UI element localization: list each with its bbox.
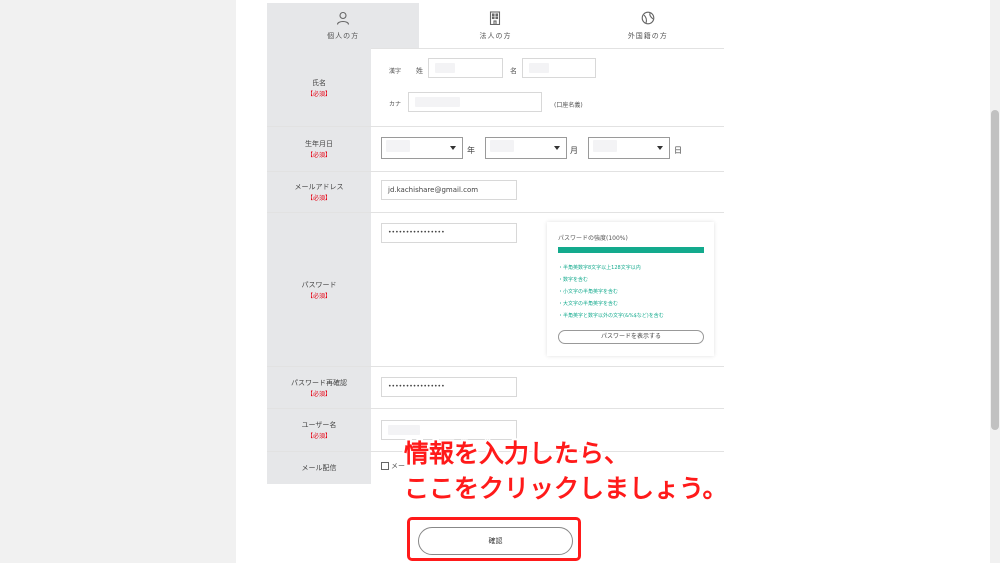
first-name-label: 名 xyxy=(510,67,517,75)
birth-month-select[interactable] xyxy=(485,137,567,159)
required-badge: 【必須】 xyxy=(306,293,331,300)
password-rule-item: ・大文字の半角英字を含む xyxy=(558,301,619,307)
required-badge: 【必須】 xyxy=(306,152,331,159)
password-label: パスワード 【必須】 xyxy=(267,279,371,303)
kana-note: (口座名義) xyxy=(554,102,583,109)
required-badge: 【必須】 xyxy=(306,391,331,398)
email-input[interactable]: jd.kachishare@gmail.com xyxy=(381,180,517,200)
last-name-input[interactable] xyxy=(428,58,503,78)
username-label-text: ユーザー名 xyxy=(301,421,337,429)
email-label: メールアドレス 【必須】 xyxy=(267,181,371,205)
password-confirm-label: パスワード再確認 【必須】 xyxy=(267,377,371,401)
password-rule-item: ・数字を含む xyxy=(558,277,589,283)
password-rule-item: ・半角英字と数字以外の文字(&%$など)を含む xyxy=(558,313,664,319)
required-badge: 【必須】 xyxy=(306,91,331,98)
password-rule-item: ・半角英数字8文字以上128文字以内 xyxy=(558,265,641,271)
globe-icon xyxy=(641,11,655,24)
birth-day-select[interactable] xyxy=(588,137,670,159)
password-strength-bar xyxy=(558,247,704,253)
last-name-label: 姓 xyxy=(416,67,423,75)
password-strength-panel: パスワードの強度(100%) ・半角英数字8文字以上128文字以内 ・数字を含む… xyxy=(547,222,714,356)
birth-year-value-masked xyxy=(386,140,410,152)
kanji-label: 漢字 xyxy=(389,68,402,75)
birthdate-label: 生年月日 【必須】 xyxy=(267,138,371,162)
password-confirm-label-text: パスワード再確認 xyxy=(291,379,347,387)
required-badge: 【必須】 xyxy=(306,433,331,440)
name-label: 氏名 【必須】 xyxy=(267,77,371,101)
person-icon xyxy=(337,11,350,25)
newsletter-label: メール配信 xyxy=(267,462,371,474)
newsletter-checkbox[interactable] xyxy=(381,462,389,470)
tab-individual-label: 個人の方 xyxy=(327,31,360,40)
newsletter-checkbox-label: メー xyxy=(391,462,405,470)
password-label-text: パスワード xyxy=(301,281,337,289)
building-icon xyxy=(490,10,501,25)
instruction-annotation: 情報を入力したら、 ここをクリックしましょう。 xyxy=(404,436,728,506)
tab-corporate-label: 法人の方 xyxy=(479,31,512,40)
year-unit: 年 xyxy=(467,146,475,155)
first-name-value-masked xyxy=(529,63,549,73)
tab-foreign-label: 外国籍の方 xyxy=(627,31,668,40)
tab-foreign[interactable]: 外国籍の方 xyxy=(571,3,724,48)
first-name-input[interactable] xyxy=(522,58,596,78)
username-label: ユーザー名 【必須】 xyxy=(267,419,371,443)
email-label-text: メールアドレス xyxy=(294,183,344,191)
tab-individual[interactable]: 個人の方 xyxy=(267,3,420,48)
kana-name-input[interactable] xyxy=(408,92,542,112)
chevron-down-icon xyxy=(450,146,456,150)
password-rule-item: ・小文字の半角英字を含む xyxy=(558,289,619,295)
required-badge: 【必須】 xyxy=(306,195,331,202)
scrollbar-thumb[interactable] xyxy=(991,110,999,430)
password-confirm-input[interactable]: •••••••••••••••• xyxy=(381,377,517,397)
birth-month-value-masked xyxy=(490,140,514,152)
annotation-line-2: ここをクリックしましょう。 xyxy=(404,474,728,503)
account-type-tabs: 個人の方 法人の方 外国籍の方 xyxy=(267,3,724,49)
day-unit: 日 xyxy=(674,146,682,155)
tab-corporate[interactable]: 法人の方 xyxy=(419,3,572,48)
last-name-value-masked xyxy=(435,63,455,73)
birth-day-value-masked xyxy=(593,140,617,152)
confirm-button[interactable]: 確認 xyxy=(418,527,573,555)
chevron-down-icon xyxy=(554,146,560,150)
name-label-text: 氏名 xyxy=(312,79,326,87)
chevron-down-icon xyxy=(657,146,663,150)
birth-year-select[interactable] xyxy=(381,137,463,159)
kana-label: カナ xyxy=(389,101,402,108)
annotation-line-1: 情報を入力したら、 xyxy=(404,439,630,468)
month-unit: 月 xyxy=(570,146,578,155)
newsletter-label-text: メール配信 xyxy=(301,464,337,472)
password-input[interactable]: •••••••••••••••• xyxy=(381,223,517,243)
scrollbar[interactable] xyxy=(990,0,1000,563)
kana-name-value-masked xyxy=(415,97,460,107)
password-strength-title: パスワードの強度(100%) xyxy=(558,235,628,242)
show-password-button[interactable]: パスワードを表示する xyxy=(558,330,704,344)
birthdate-label-text: 生年月日 xyxy=(305,140,333,148)
username-value-masked xyxy=(388,425,420,435)
